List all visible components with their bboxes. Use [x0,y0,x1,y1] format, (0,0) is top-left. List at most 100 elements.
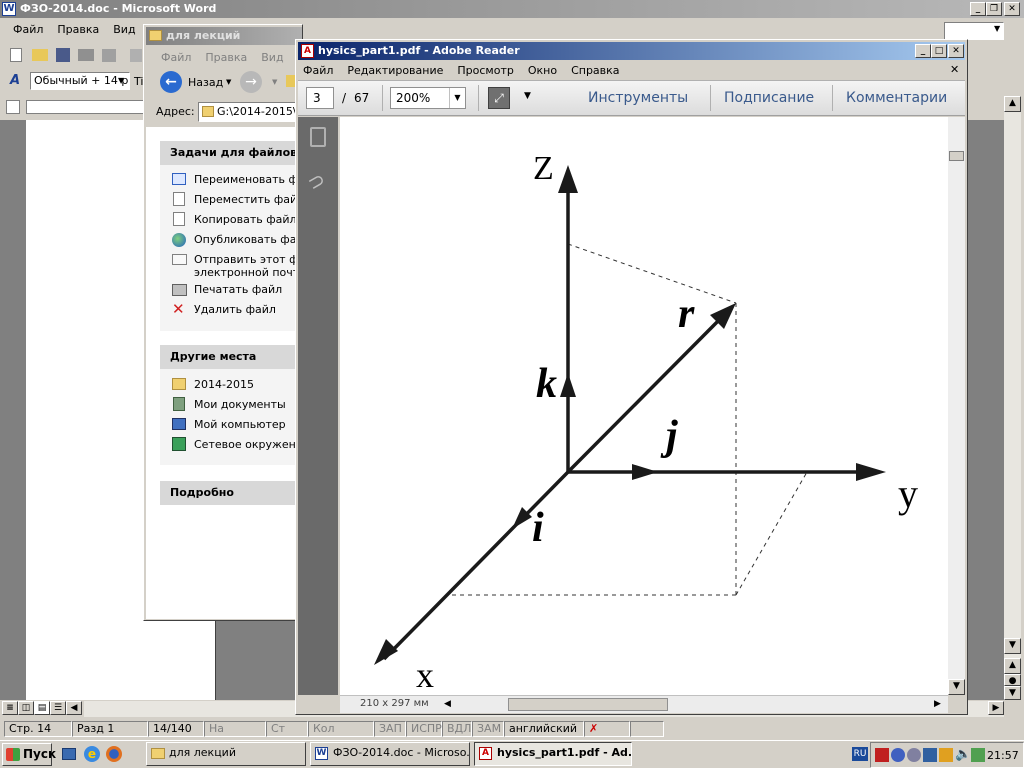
explorer-menu-file[interactable]: Файл [154,51,198,64]
chevron-down-icon[interactable]: ▼ [226,78,231,86]
minimize-icon[interactable]: _ [915,44,931,58]
print-icon[interactable] [78,49,94,61]
explorer-menu-view[interactable]: Вид [254,51,290,64]
spelling-status-icon[interactable]: ✗ [584,721,630,737]
back-button[interactable]: ← Назад ▼ [160,71,232,95]
new-document-icon[interactable] [10,48,22,62]
firefox-icon[interactable] [106,746,122,762]
volume-icon[interactable]: 🔈 [955,747,971,762]
show-desktop-icon[interactable] [62,748,76,760]
place-my-computer[interactable]: Мой компьютер [194,418,286,431]
start-button[interactable]: Пуск [2,743,56,766]
chevron-down-icon[interactable]: ▼ [524,91,531,101]
tools-button[interactable]: Инструменты [588,90,688,106]
close-document-icon[interactable]: ✕ [950,63,959,76]
other-places-header[interactable]: Другие места [160,345,302,369]
explorer-titlebar[interactable]: для лекций [146,27,302,45]
scroll-down-icon[interactable]: ▼ [1004,638,1021,654]
prev-page-icon[interactable]: ▲ [1004,658,1021,674]
scroll-up-icon[interactable]: ▲ [1004,96,1021,112]
chevron-down-icon[interactable]: ▼ [449,88,465,108]
ruler-corner[interactable] [6,100,20,114]
tray-app-icon[interactable] [923,748,937,762]
chevron-down-icon[interactable]: ▼ [994,24,1000,33]
status-rec[interactable]: ЗАП [374,721,406,737]
chevron-down-icon[interactable]: ▼ [118,76,124,85]
reader-menu-file[interactable]: Файл [296,62,340,80]
place-network[interactable]: Сетевое окружение [194,438,310,451]
place-my-documents[interactable]: Мои документы [194,398,286,411]
taskbar-item-word[interactable]: W ФЗО-2014.doc - Microso... [310,742,470,766]
language-indicator[interactable]: RU [852,747,868,761]
reader-menu-view[interactable]: Просмотр [450,62,520,80]
minimize-icon[interactable]: _ [970,2,986,16]
reader-menu-window[interactable]: Окно [521,62,564,80]
taskbar-item-reader[interactable]: A hysics_part1.pdf - Ad... [474,742,632,766]
open-folder-icon[interactable] [32,49,48,61]
scroll-left-icon[interactable]: ◀ [444,699,451,709]
web-view-icon[interactable]: ◫ [18,701,34,715]
chevron-down-icon[interactable]: ▼ [272,78,277,86]
word-menu-edit[interactable]: Правка [50,23,106,36]
task-email[interactable]: Отправить этот фа [194,253,305,266]
attachments-icon[interactable]: ⊃ [303,166,330,195]
tray-app-icon[interactable] [939,748,953,762]
pdf-page[interactable]: Z y x k r j i [340,117,948,695]
explorer-menu-edit[interactable]: Правка [198,51,254,64]
reader-titlebar[interactable]: A hysics_part1.pdf - Adobe Reader _ □ ✕ [298,42,965,60]
close-icon[interactable]: ✕ [1004,2,1020,16]
status-trk[interactable]: ИСПР [406,721,442,737]
next-page-icon[interactable]: ▼ [1004,686,1021,700]
normal-view-icon[interactable]: ≡ [2,701,18,715]
file-tasks-header[interactable]: Задачи для файлов и [160,141,302,165]
page-number-input[interactable]: 3 [306,87,334,109]
details-header[interactable]: Подробно [170,486,234,499]
task-email-line2[interactable]: электронной почте [194,266,306,279]
task-print[interactable]: Печатать файл [194,283,282,296]
save-icon[interactable] [56,48,70,62]
reader-menu-edit[interactable]: Редактирование [340,62,450,80]
status-ovr[interactable]: ЗАМ [472,721,504,737]
task-move[interactable]: Переместить файл [194,193,304,206]
word-menu-file[interactable]: Файл [6,23,50,36]
forward-arrow-icon[interactable]: → [240,71,262,93]
sign-button[interactable]: Подписание [724,90,814,106]
address-input[interactable]: G:\2014-2015\ [198,102,302,122]
place-folder-2014[interactable]: 2014-2015 [194,378,254,391]
spelling-icon[interactable] [130,49,142,62]
tray-app-icon[interactable] [891,748,905,762]
restore-icon[interactable]: ❐ [986,2,1002,16]
print-preview-icon[interactable] [102,49,116,62]
scroll-thumb[interactable] [949,151,964,161]
style-select[interactable]: Обычный + 14 р [30,72,130,90]
page-thumbnails-icon[interactable] [310,127,326,147]
print-layout-icon[interactable]: ▤ [34,701,50,715]
reader-vscrollbar[interactable]: ▼ [948,117,965,695]
task-delete[interactable]: Удалить файл [194,303,276,316]
styles-pane-icon[interactable]: A [10,73,20,88]
hscroll-thumb[interactable] [508,698,668,711]
scroll-left-icon[interactable]: ◀ [66,701,82,715]
network-tray-icon[interactable] [971,748,985,762]
outline-view-icon[interactable]: ☰ [50,701,66,715]
tray-app-icon[interactable] [875,748,889,762]
tray-app-icon[interactable] [907,748,921,762]
word-menu-view[interactable]: Вид [106,23,142,36]
fit-page-icon[interactable]: ⤢ [488,87,510,109]
task-copy[interactable]: Копировать файл [194,213,297,226]
comment-button[interactable]: Комментарии [846,90,947,106]
close-icon[interactable]: ✕ [948,44,964,58]
scroll-right-icon[interactable]: ▶ [934,699,941,709]
word-vscrollbar[interactable]: ▲ ▼ ▲ ● ▼ [1004,96,1021,700]
task-publish[interactable]: Опубликовать фай [194,233,304,246]
taskbar-item-explorer[interactable]: для лекций [146,742,306,766]
select-browse-icon[interactable]: ● [1004,674,1021,686]
scroll-down-icon[interactable]: ▼ [948,679,965,695]
internet-explorer-icon[interactable]: e [84,746,100,762]
maximize-icon[interactable]: □ [931,44,947,58]
scroll-right-icon[interactable]: ▶ [988,701,1004,715]
zoom-select[interactable]: 200% ▼ [390,87,466,109]
reader-menu-help[interactable]: Справка [564,62,626,80]
clock[interactable]: 21:57 [987,749,1019,762]
word-titlebar[interactable]: W ФЗО-2014.doc - Microsoft Word _ ❐ ✕ [0,0,1024,18]
